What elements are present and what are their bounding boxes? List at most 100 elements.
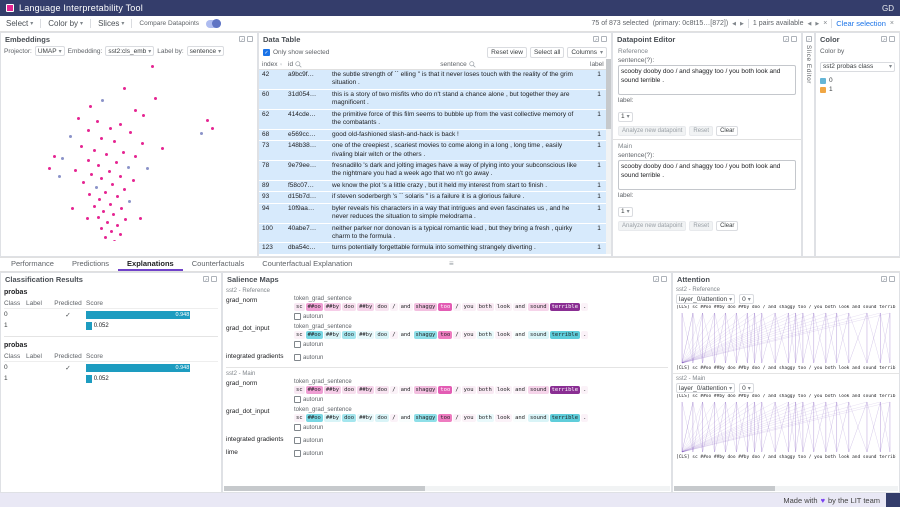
token-chip[interactable]: and <box>399 303 413 311</box>
scatter-point[interactable] <box>100 177 103 180</box>
scatter-point[interactable] <box>119 123 122 126</box>
token-chip[interactable]: both <box>477 303 494 311</box>
token-chip[interactable]: sc <box>294 414 305 422</box>
scatter-point[interactable] <box>116 224 119 227</box>
scatter-point[interactable] <box>93 149 96 152</box>
token-chip[interactable]: shaggy <box>414 386 438 394</box>
table-row[interactable]: 9410f9aa…byler reveals his characters in… <box>259 204 611 224</box>
scatter-point[interactable] <box>98 198 101 201</box>
scrollbar-thumb[interactable] <box>224 486 425 491</box>
reset-view-button[interactable]: Reset view <box>487 47 527 58</box>
clear-selection-icon[interactable]: × <box>890 20 894 27</box>
analyze-datapoint-button[interactable]: Analyze new datapoint <box>618 126 686 136</box>
scatter-point[interactable] <box>102 210 105 213</box>
maximize-icon[interactable] <box>601 36 607 42</box>
token-chip[interactable]: and <box>513 414 527 422</box>
scatter-point[interactable] <box>129 131 132 134</box>
scatter-point[interactable] <box>74 169 77 172</box>
scatter-point[interactable] <box>112 213 115 216</box>
label-select[interactable]: 1 ▾ <box>618 112 633 122</box>
select-all-button[interactable]: Select all <box>530 47 564 58</box>
scatter-point[interactable] <box>200 132 203 135</box>
scatter-point[interactable] <box>211 127 214 130</box>
token-chip[interactable]: ##by <box>357 303 374 311</box>
table-row[interactable]: 10040abe7…neither parker nor donovan is … <box>259 224 611 244</box>
table-row[interactable]: 93d15b7d…if steven soderbergh 's `` sola… <box>259 192 611 203</box>
maximize-icon[interactable] <box>889 276 895 282</box>
scatter-point[interactable] <box>124 218 127 221</box>
embedding-select[interactable]: sst2:cls_emb ▾ <box>105 46 154 56</box>
select-menu[interactable]: Select ▾ <box>6 19 33 28</box>
token-chip[interactable]: sc <box>294 331 305 339</box>
scatter-point[interactable] <box>139 217 142 220</box>
layer-select[interactable]: layer_0/attention ▾ <box>676 383 735 393</box>
panel-resize-handle[interactable]: ≡ <box>449 259 454 268</box>
token-chip[interactable]: sound <box>528 331 549 339</box>
token-chip[interactable]: ##by <box>324 414 341 422</box>
autorun-checkbox[interactable] <box>294 354 301 361</box>
scatter-point[interactable] <box>142 114 145 117</box>
token-chip[interactable]: ##by <box>357 331 374 339</box>
token-chip[interactable]: / <box>453 386 460 394</box>
token-chip[interactable]: ##oo <box>306 331 323 339</box>
scatter-point[interactable] <box>161 147 164 150</box>
scatter-point[interactable] <box>132 179 135 182</box>
token-chip[interactable]: look <box>495 303 512 311</box>
token-chip[interactable]: doo <box>342 303 356 311</box>
tab-counterfactuals[interactable]: Counterfactuals <box>183 256 254 271</box>
table-row[interactable]: 89f58c07…we know the plot 's a little cr… <box>259 181 611 192</box>
head-select[interactable]: 0 ▾ <box>739 383 754 393</box>
token-chip[interactable]: sound <box>528 303 549 311</box>
scatter-point[interactable] <box>100 227 103 230</box>
scatter-point[interactable] <box>61 157 64 160</box>
user-initials[interactable]: GD <box>882 4 894 13</box>
scatter-point[interactable] <box>128 200 131 203</box>
next-datapoint-icon[interactable]: ▶ <box>740 21 744 27</box>
columns-button[interactable]: Columns ▾ <box>567 47 607 58</box>
slice-editor-tab-label[interactable]: Slice Editor <box>805 45 812 84</box>
token-chip[interactable]: and <box>513 303 527 311</box>
maximize-icon[interactable] <box>661 276 667 282</box>
scatter-point[interactable] <box>48 167 51 170</box>
token-chip[interactable]: too <box>438 386 452 394</box>
token-chip[interactable]: sound <box>528 386 549 394</box>
scatter-point[interactable] <box>96 120 99 123</box>
scatter-point[interactable] <box>111 183 114 186</box>
maximize-icon[interactable] <box>211 276 217 282</box>
scatter-point[interactable] <box>134 155 137 158</box>
sentence-input[interactable]: scooby dooby doo / and shaggy too / you … <box>618 160 796 190</box>
maximize-icon[interactable] <box>791 36 797 42</box>
slice-editor-minimized[interactable]: ↗ Slice Editor <box>802 32 815 257</box>
token-chip[interactable]: sc <box>294 386 305 394</box>
scatter-point[interactable] <box>105 153 108 156</box>
scatter-point[interactable] <box>119 175 122 178</box>
token-chip[interactable]: ##by <box>324 331 341 339</box>
token-chip[interactable]: sc <box>294 303 305 311</box>
scatter-point[interactable] <box>88 193 91 196</box>
tab-predictions[interactable]: Predictions <box>63 256 118 271</box>
scatter-point[interactable] <box>82 181 85 184</box>
token-chip[interactable]: too <box>438 303 452 311</box>
embedding-scatter[interactable] <box>1 57 257 241</box>
token-chip[interactable]: ##by <box>324 386 341 394</box>
token-chip[interactable]: doo <box>375 331 389 339</box>
scatter-point[interactable] <box>87 129 90 132</box>
scatter-point[interactable] <box>77 117 80 120</box>
token-chip[interactable]: both <box>477 331 494 339</box>
token-chip[interactable]: . <box>581 303 588 311</box>
token-chip[interactable]: and <box>399 414 413 422</box>
search-icon[interactable] <box>295 61 302 68</box>
scatter-point[interactable] <box>97 216 100 219</box>
token-chip[interactable]: . <box>581 331 588 339</box>
token-chip[interactable]: doo <box>375 303 389 311</box>
token-chip[interactable]: too <box>438 331 452 339</box>
tab-counterfactual-explanation[interactable]: Counterfactual Explanation <box>253 256 361 271</box>
token-chip[interactable]: ##by <box>324 303 341 311</box>
column-header-index[interactable]: index <box>259 60 285 69</box>
popout-icon[interactable]: ↗ <box>593 36 599 42</box>
token-chip[interactable]: / <box>453 414 460 422</box>
token-chip[interactable]: terrible <box>550 386 581 394</box>
autorun-checkbox[interactable] <box>294 437 301 444</box>
scatter-point[interactable] <box>116 195 119 198</box>
token-chip[interactable]: sound <box>528 414 549 422</box>
